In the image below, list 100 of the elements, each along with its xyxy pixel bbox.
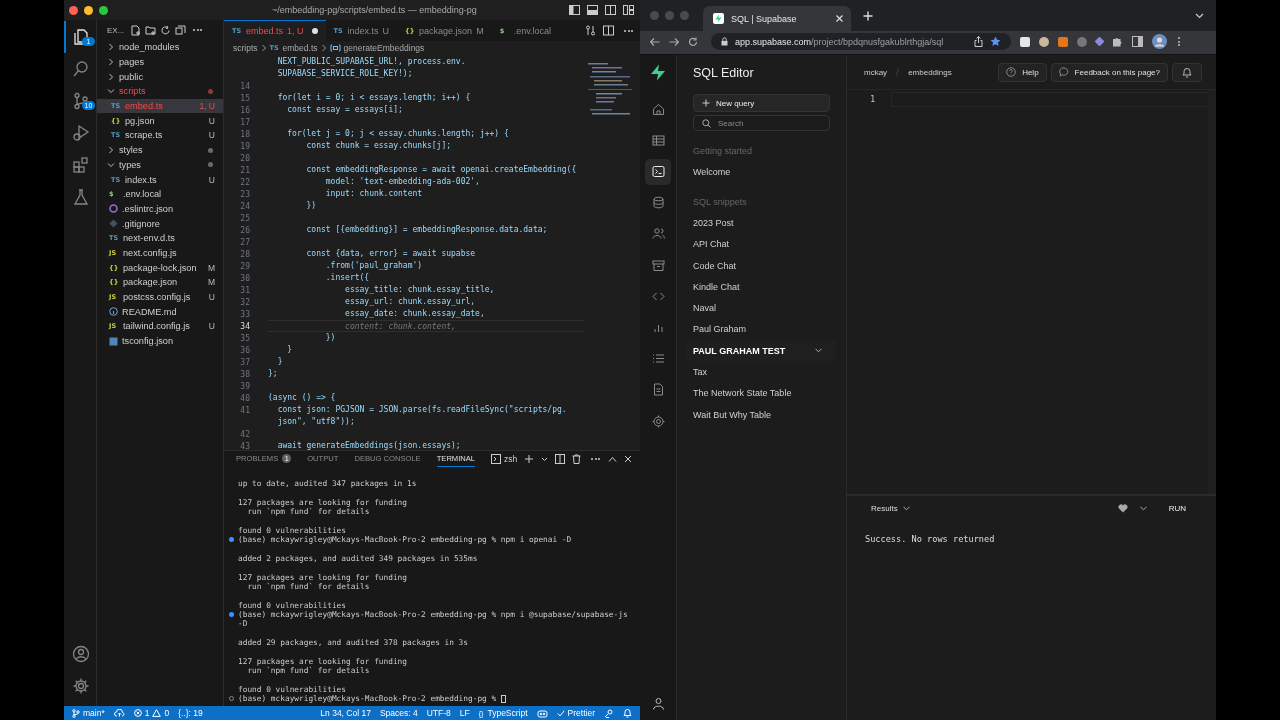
snippet-item[interactable]: 2023 Post: [687, 212, 836, 234]
formatter-status[interactable]: Prettier: [556, 708, 595, 718]
panel-toggle-icon[interactable]: [587, 5, 598, 15]
error-icon: [133, 709, 142, 717]
indentation-setting[interactable]: Spaces: 4: [379, 708, 418, 718]
breadcrumb-item[interactable]: generateEmbeddings: [343, 43, 425, 53]
plus-icon[interactable]: [863, 10, 873, 21]
nav-rail-button[interactable]: [645, 158, 671, 185]
zoom-window-button[interactable]: [99, 5, 108, 15]
tree-item[interactable]: README.md: [97, 304, 223, 320]
split-editor-icon[interactable]: [603, 25, 614, 36]
results-dropdown[interactable]: Results: [871, 503, 910, 513]
bolt-logo-icon[interactable]: [650, 64, 666, 81]
snippet-item[interactable]: Kindle Chat: [687, 276, 836, 298]
feedback-button[interactable]: Feedback on this page?: [1050, 62, 1168, 82]
address-bar[interactable]: app.supabase.com/project/bpdqnusfgakublrthgja/sql: [711, 33, 1011, 50]
back-arrow-icon[interactable]: [650, 36, 660, 47]
heart-icon[interactable]: [1117, 503, 1128, 513]
code-line: .from('paul_graham'): [324, 260, 424, 272]
snippet-item[interactable]: The Network State Table: [687, 382, 836, 404]
close-icon[interactable]: [836, 15, 843, 22]
branch-icon: [72, 92, 90, 110]
snippet-item[interactable]: API Chat: [687, 233, 836, 255]
compare-icon[interactable]: [585, 25, 596, 36]
tree-item[interactable]: node_modules: [97, 40, 223, 55]
robot-icon[interactable]: [536, 708, 548, 718]
star-icon[interactable]: [990, 36, 1001, 47]
chevron-down-icon[interactable]: [541, 455, 549, 463]
reload-icon[interactable]: [688, 36, 698, 47]
tree-item[interactable]: scripts: [97, 84, 223, 99]
chevron-down-icon[interactable]: [1195, 12, 1204, 19]
refresh-icon[interactable]: [160, 24, 172, 36]
close-icon[interactable]: [624, 455, 633, 463]
extension-icon[interactable]: [1058, 36, 1068, 47]
line-number: 17: [239, 117, 251, 127]
extension-icon[interactable]: [1039, 36, 1049, 47]
cloud-sync-icon[interactable]: [113, 709, 125, 717]
share-icon[interactable]: [974, 36, 983, 47]
cursor-position[interactable]: Ln 34, Col 17: [320, 708, 371, 718]
line-number: 39: [239, 381, 251, 391]
git-status: U: [208, 321, 215, 332]
encoding-setting[interactable]: UTF-8: [426, 708, 451, 718]
puzzle-icon[interactable]: [1112, 36, 1123, 47]
problems-indicator[interactable]: 1 0: [133, 708, 170, 718]
tree-item[interactable]: types: [97, 157, 223, 173]
snippet-item[interactable]: Code Chat: [687, 254, 836, 277]
symbol-count[interactable]: {..}: 19: [178, 708, 203, 718]
breadcrumb-item[interactable]: mckay: [864, 67, 888, 77]
plus-icon[interactable]: [524, 454, 535, 464]
help-button[interactable]: Help: [998, 62, 1047, 82]
tree-item[interactable]: pages: [97, 54, 223, 70]
search-field[interactable]: Search: [693, 115, 830, 131]
notifications-button[interactable]: [1172, 62, 1202, 82]
bolt-icon: [713, 13, 724, 24]
forward-arrow-icon[interactable]: [669, 36, 679, 47]
collapse-all-icon[interactable]: [175, 24, 187, 36]
snippet-item[interactable]: Wait But Why Table: [687, 403, 836, 426]
feedback-icon[interactable]: [604, 708, 614, 718]
git-status: 1, U: [199, 101, 215, 112]
code-line: }: [286, 344, 294, 356]
run-button[interactable]: RUN: [1168, 503, 1186, 513]
extension-icon[interactable]: [1094, 36, 1105, 47]
split-terminal-icon[interactable]: [555, 454, 566, 464]
branch-icon: [72, 708, 80, 718]
code-line: }: [276, 356, 284, 368]
snippet-item[interactable]: Welcome: [687, 161, 836, 183]
line-ending-setting[interactable]: LF: [459, 708, 470, 718]
breadcrumb-item[interactable]: scripts: [233, 43, 258, 53]
new-query-button[interactable]: New query: [693, 94, 830, 112]
bell-icon[interactable]: [623, 708, 632, 718]
snippet-item[interactable]: Naval: [687, 297, 836, 319]
new-folder-icon[interactable]: [145, 24, 157, 36]
breadcrumb-item[interactable]: embeddings: [908, 67, 952, 77]
tree-item[interactable]: .eslintrc.json: [97, 201, 223, 217]
tree-item[interactable]: public: [97, 69, 223, 85]
command-status-dot: [229, 612, 234, 617]
extension-icon[interactable]: [1020, 36, 1030, 47]
tree-item[interactable]: styles: [97, 142, 223, 158]
chevron-right-icon: [260, 44, 267, 52]
chevron-up-icon[interactable]: [608, 455, 618, 463]
browser-tab[interactable]: SQL | Supabase: [703, 6, 851, 31]
tree-item[interactable]: .gitignore: [97, 216, 223, 231]
layout-icon[interactable]: [623, 5, 634, 15]
split-layout-icon[interactable]: [605, 5, 616, 15]
document-icon: [651, 383, 665, 397]
breadcrumb-item[interactable]: embed.ts: [282, 43, 318, 53]
close-window-button[interactable]: [69, 5, 78, 15]
tree-item[interactable]: tsconfig.json: [97, 333, 223, 349]
terminal-selector[interactable]: zsh: [491, 454, 518, 464]
branch-indicator[interactable]: main*: [72, 708, 105, 718]
minimize-window-button[interactable]: [84, 5, 93, 15]
sidebar-toggle-icon[interactable]: [569, 5, 580, 15]
trash-icon[interactable]: [572, 454, 582, 464]
side-panel-icon[interactable]: [1132, 36, 1143, 47]
result-message: Success. No rows returned: [864, 533, 996, 546]
avatar-icon[interactable]: [1152, 34, 1167, 49]
user-icon[interactable]: [651, 697, 665, 710]
snippet-item[interactable]: Paul Graham: [687, 318, 836, 341]
new-file-icon[interactable]: [130, 24, 142, 36]
snippet-item[interactable]: Tax: [687, 361, 836, 383]
